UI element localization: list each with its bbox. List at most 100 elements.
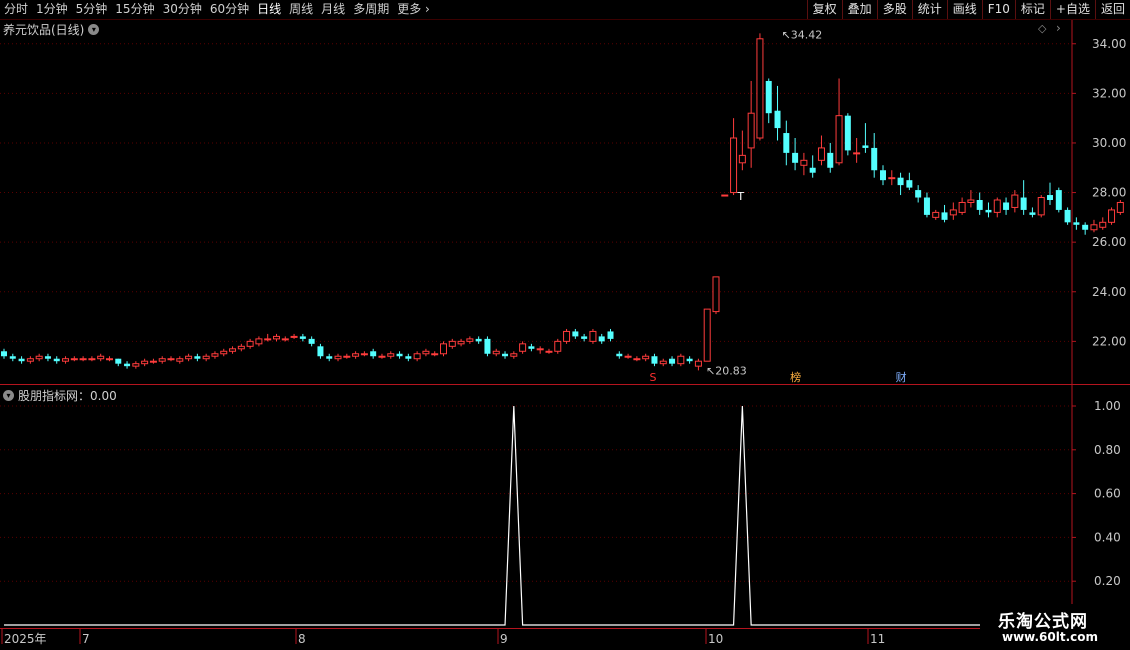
event-marker: T xyxy=(736,190,744,203)
candle-body-down xyxy=(1055,190,1062,210)
price-tick-label: 30.00 xyxy=(1092,136,1126,150)
candle-body-down xyxy=(308,338,315,344)
candle-body-up xyxy=(360,353,368,356)
candle-body-down xyxy=(1,351,7,357)
candle-body-down xyxy=(405,356,412,359)
watermark-url: www.60lt.com xyxy=(1002,630,1099,644)
candle-body-up xyxy=(141,360,149,365)
candle-body-up xyxy=(176,358,184,362)
candle-body-down xyxy=(1073,222,1080,225)
candle-body-up xyxy=(281,338,289,341)
candle-body-down xyxy=(976,200,983,210)
candle-body-down xyxy=(985,209,992,213)
candle-body-up xyxy=(519,343,527,352)
candle-body-up xyxy=(949,209,957,216)
candle-body-down xyxy=(124,363,131,367)
price-tick-label: 24.00 xyxy=(1092,285,1126,299)
price-tick-label: 28.00 xyxy=(1092,186,1126,200)
candle-body-up xyxy=(1116,201,1124,213)
candle-body-down xyxy=(792,152,799,163)
candle-body-down xyxy=(941,212,948,220)
candle-body-down xyxy=(844,115,851,151)
candle-body-up xyxy=(290,335,298,338)
candle-body-up xyxy=(677,355,685,365)
candle-body-up xyxy=(457,340,465,345)
candle-body-down xyxy=(783,133,790,153)
candle-body-up xyxy=(35,355,43,360)
candle-body-up xyxy=(237,345,245,350)
candle-body-down xyxy=(53,358,60,362)
candle-body-down xyxy=(598,336,605,342)
candle-body-down xyxy=(194,356,201,359)
price-tick-label: 26.00 xyxy=(1092,235,1126,249)
indicator-tick-label: 0.80 xyxy=(1094,443,1121,457)
candle-body-up xyxy=(589,330,597,342)
price-tick-label: 32.00 xyxy=(1092,86,1126,100)
candle-body-up xyxy=(703,308,711,362)
date-tick-label: 2025年 xyxy=(4,632,47,646)
candle-body-down xyxy=(317,346,324,357)
candle-body-up xyxy=(967,199,975,203)
candle-body-up xyxy=(211,353,219,357)
candle-body-up xyxy=(88,358,96,361)
candle-body-down xyxy=(897,177,904,186)
candle-body-up xyxy=(738,154,746,164)
candle-body-up xyxy=(158,358,166,362)
candle-body-up xyxy=(1037,197,1045,216)
candle-body-up xyxy=(756,38,764,139)
candle-body-up xyxy=(694,360,702,367)
candle-body-up xyxy=(431,353,439,356)
candle-body-down xyxy=(528,346,535,349)
candle-body-down xyxy=(1047,195,1054,200)
candle-body-up xyxy=(220,350,228,355)
candle-body-up xyxy=(853,152,861,155)
candle-body-up xyxy=(1108,209,1116,223)
price-tick-label: 34.00 xyxy=(1092,37,1126,51)
candle-body-up xyxy=(1011,194,1019,208)
candle-body-up xyxy=(26,358,34,362)
candle-body-up xyxy=(492,350,500,355)
date-tick-label: 9 xyxy=(500,632,508,646)
chart-canvas[interactable]: 22.00 24.00 26.00 28.00 30.00 32.00 34.00 ↖34.4… xyxy=(0,0,1130,650)
date-tick-label: 8 xyxy=(298,632,306,646)
candle-body-down xyxy=(616,353,623,357)
price-tick-label: 22.00 xyxy=(1092,334,1126,348)
candle-body-up xyxy=(747,112,755,149)
date-tick-label: 10 xyxy=(708,632,723,646)
candle-body-down xyxy=(370,351,377,357)
candle-body-up xyxy=(448,340,456,347)
candle-body-up xyxy=(387,353,395,357)
candle-body-down xyxy=(1064,209,1071,223)
candle-body-up xyxy=(132,363,140,367)
candle-body-up xyxy=(958,201,966,213)
candle-body-up xyxy=(440,343,447,355)
candle-body-up xyxy=(352,353,360,357)
indicator-tick-label: 0.60 xyxy=(1094,487,1121,501)
candle-body-up xyxy=(730,137,738,194)
max-price-label: ↖34.42 xyxy=(782,28,823,41)
candle-body-up xyxy=(1090,224,1098,231)
candle-body-up xyxy=(422,350,430,355)
candle-body-up xyxy=(97,355,105,360)
candle-body-up xyxy=(624,355,632,358)
candle-body-up xyxy=(721,194,729,197)
candle-body-up xyxy=(888,177,896,180)
candle-body-down xyxy=(1003,202,1010,210)
watermark-title: 乐淘公式网 xyxy=(998,612,1088,632)
candle-body-down xyxy=(484,338,491,354)
candle-body-up xyxy=(1099,221,1107,228)
candle-body-down xyxy=(1082,224,1089,230)
candle-body-up xyxy=(932,211,940,218)
candle-body-up xyxy=(633,358,641,361)
candle-body-up xyxy=(563,330,571,342)
candle-body-up xyxy=(642,355,650,360)
candle-body-up xyxy=(185,355,193,360)
candle-body-up xyxy=(105,358,113,361)
event-marker: S xyxy=(649,371,656,384)
candle-body-down xyxy=(115,358,122,364)
candle-body-down xyxy=(572,331,579,337)
candle-body-up xyxy=(659,360,667,365)
candle-body-down xyxy=(774,110,781,129)
indicator-tick-label: 1.00 xyxy=(1094,399,1121,413)
candle-body-up xyxy=(334,355,342,360)
